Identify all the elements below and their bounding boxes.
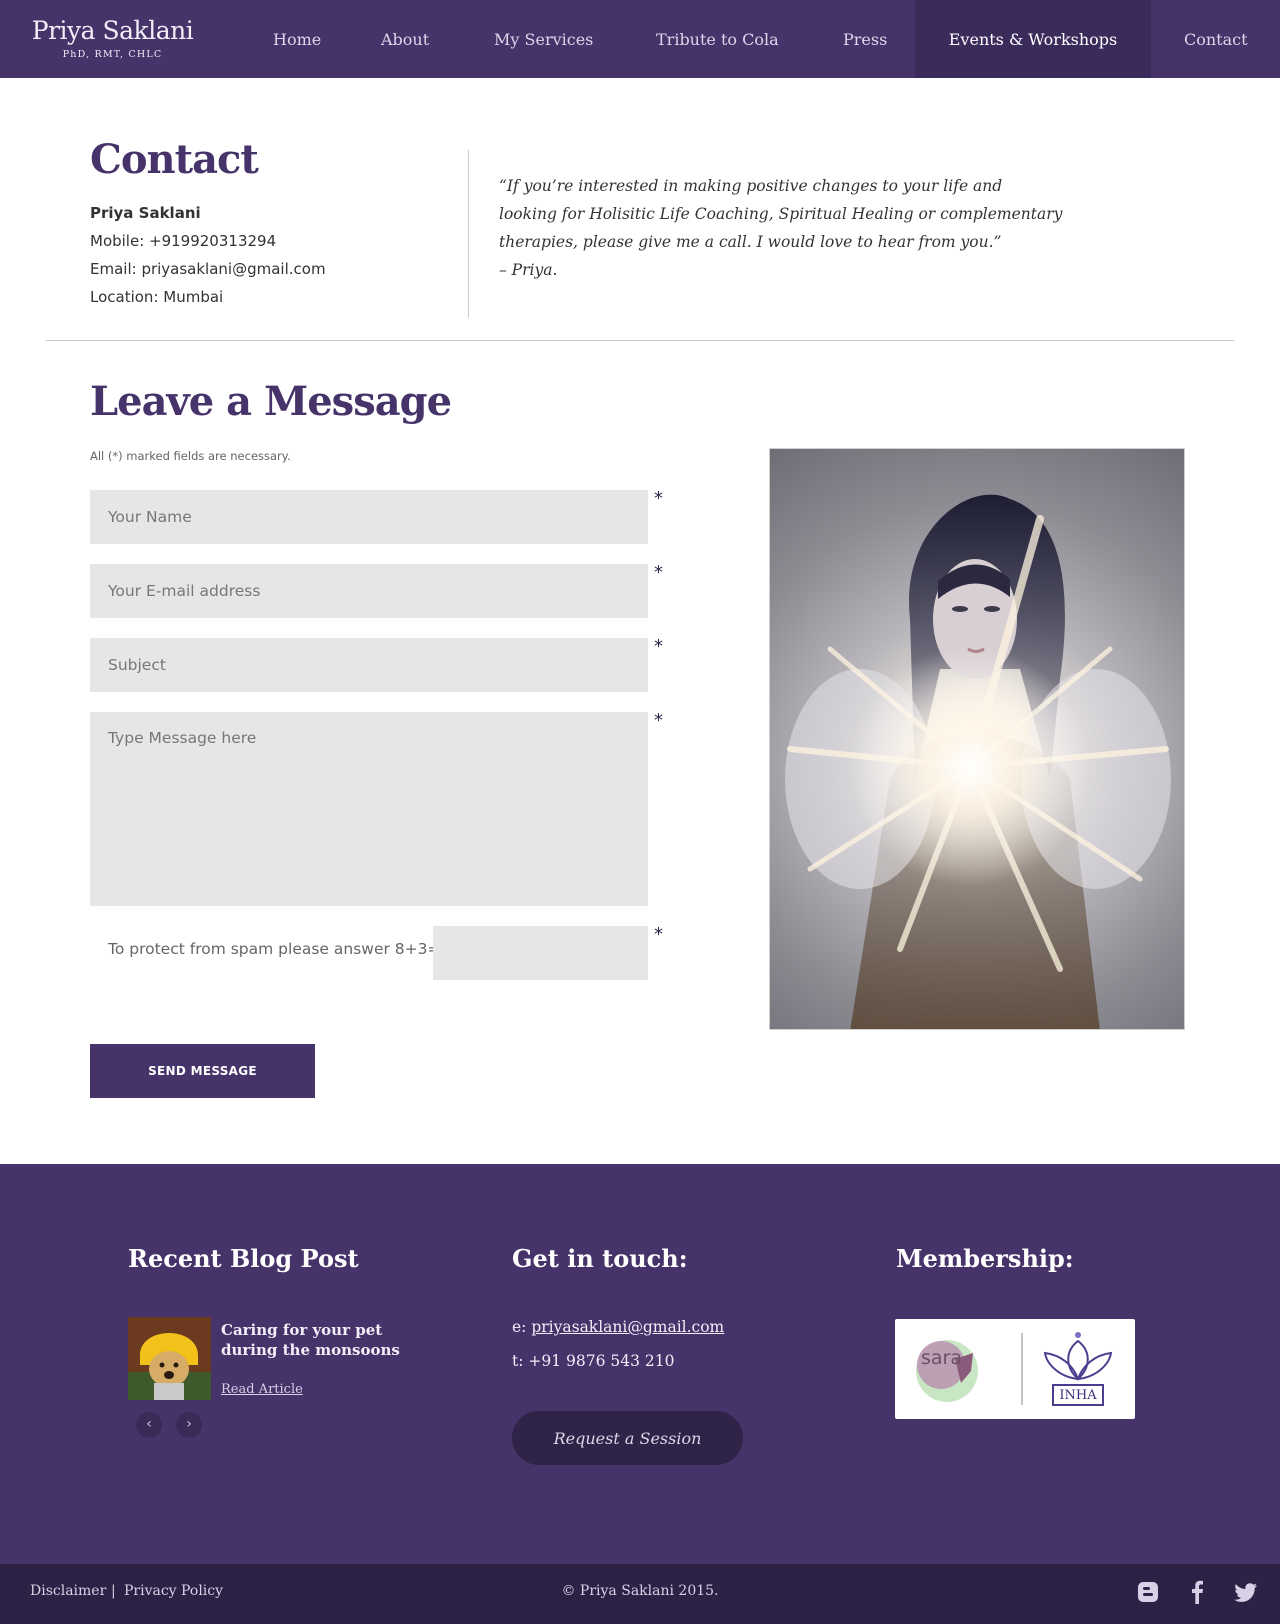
get-in-touch-heading: Get in touch:: [512, 1244, 688, 1273]
nav-tribute-to-cola[interactable]: Tribute to Cola: [656, 0, 779, 78]
footer-email-line: e: priyasaklani@gmail.com: [512, 1318, 724, 1336]
email-input[interactable]: Your E-mail address: [90, 564, 648, 618]
contact-heading: Contact: [90, 136, 259, 183]
site-logo[interactable]: Priya Saklani PhD, RMT, CHLC: [30, 16, 195, 60]
leave-message-heading: Leave a Message: [90, 378, 452, 425]
vertical-divider: [468, 150, 469, 318]
recent-blog-heading: Recent Blog Post: [128, 1244, 359, 1273]
membership-logos: sara INHA: [895, 1319, 1135, 1419]
section-divider: [46, 340, 1234, 341]
required-asterisk: *: [654, 636, 663, 657]
spam-question: To protect from spam please answer 8+3=?: [108, 940, 449, 958]
carousel-next-icon[interactable]: ›: [176, 1412, 202, 1438]
quote-line: looking for Holisitic Life Coaching, Spi…: [499, 205, 1063, 223]
contact-email: Email: priyasaklani@gmail.com: [90, 260, 326, 278]
footer-email-link[interactable]: priyasaklani@gmail.com: [531, 1318, 724, 1336]
nav-contact[interactable]: Contact: [1184, 0, 1248, 78]
required-asterisk: *: [654, 562, 663, 583]
read-article-link[interactable]: Read Article: [221, 1382, 303, 1397]
nav-press[interactable]: Press: [843, 0, 887, 78]
nav-my-services[interactable]: My Services: [494, 0, 593, 78]
required-asterisk: *: [654, 488, 663, 509]
name-input[interactable]: Your Name: [90, 490, 648, 544]
request-session-button[interactable]: Request a Session: [512, 1411, 743, 1465]
nav-home[interactable]: Home: [273, 0, 321, 78]
required-asterisk: *: [654, 924, 663, 945]
carousel-prev-icon[interactable]: ‹: [136, 1412, 162, 1438]
quote-line: “If you’re interested in making positive…: [499, 177, 1003, 195]
contact-name: Priya Saklani: [90, 204, 201, 222]
sara-logo-text: sara: [921, 1347, 962, 1369]
brand-name: Priya Saklani: [31, 16, 194, 45]
membership-heading: Membership:: [896, 1244, 1074, 1273]
subject-input[interactable]: Subject: [90, 638, 648, 692]
twitter-icon[interactable]: [1234, 1580, 1258, 1604]
required-note: All (*) marked fields are necessary.: [90, 449, 291, 463]
quote-attribution: – Priya.: [499, 261, 558, 279]
copyright: © Priya Saklani 2015.: [561, 1583, 719, 1599]
facebook-icon[interactable]: [1187, 1580, 1209, 1604]
footer-phone: t: +91 9876 543 210: [512, 1352, 675, 1370]
contact-quote: “If you’re interested in making positive…: [499, 172, 1063, 284]
top-navigation-bar: Priya Saklani PhD, RMT, CHLC Home About …: [0, 0, 1280, 78]
required-asterisk: *: [654, 710, 663, 731]
quote-line: therapies, please give me a call. I woul…: [499, 233, 1002, 251]
brand-credentials: PhD, RMT, CHLC: [62, 49, 163, 60]
angel-light-image: [769, 448, 1185, 1030]
message-textarea[interactable]: Type Message here: [90, 712, 648, 906]
contact-location: Location: Mumbai: [90, 288, 224, 306]
inha-logo-text: INHA: [1059, 1388, 1097, 1403]
send-message-button[interactable]: SEND MESSAGE: [90, 1044, 315, 1098]
spam-answer-input[interactable]: [433, 926, 648, 980]
nav-events-workshops[interactable]: Events & Workshops: [915, 0, 1151, 78]
contact-mobile: Mobile: +919920313294: [90, 232, 277, 250]
email-prefix: e:: [512, 1318, 532, 1336]
nav-about[interactable]: About: [381, 0, 429, 78]
blogger-icon[interactable]: [1137, 1580, 1159, 1604]
blog-post-title[interactable]: Caring for your pet during the monsoons: [221, 1320, 421, 1360]
blog-thumbnail-dog[interactable]: [128, 1317, 211, 1400]
